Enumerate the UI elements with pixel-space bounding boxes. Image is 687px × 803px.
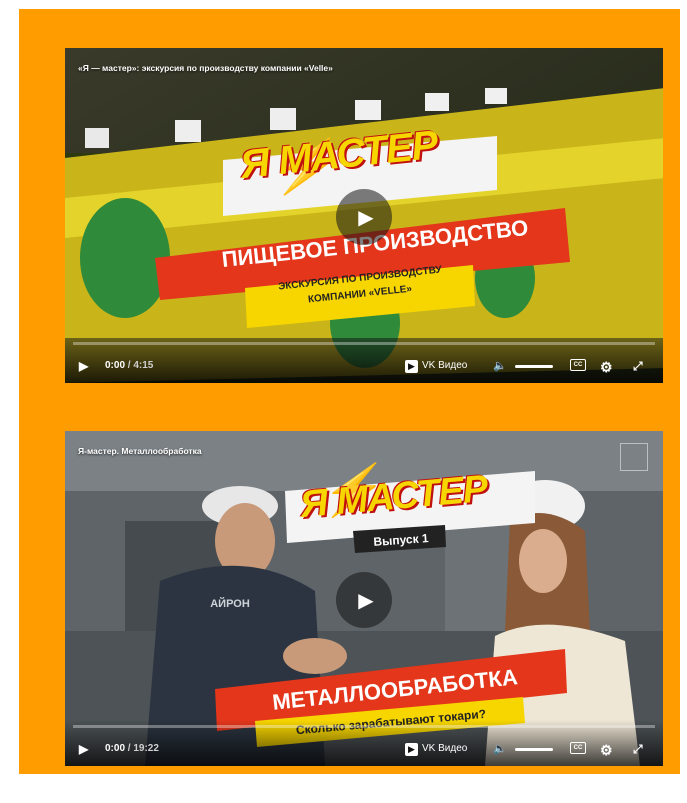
- play-button-large[interactable]: ▶: [336, 189, 392, 245]
- time-display: 0:00 / 19:22: [105, 742, 159, 756]
- duration: / 19:22: [127, 743, 159, 754]
- play-icon: ▶: [358, 589, 374, 612]
- fullscreen-icon[interactable]: ⤢: [633, 742, 643, 756]
- shirt-print: АЙРОН: [210, 598, 250, 610]
- platform-label: VK Видео: [422, 743, 468, 754]
- progress-bar[interactable]: [73, 342, 655, 345]
- volume-slider[interactable]: [515, 365, 553, 368]
- volume-slider[interactable]: [515, 748, 553, 751]
- settings-icon[interactable]: ⚙: [600, 743, 613, 757]
- fullscreen-icon[interactable]: ⤢: [633, 359, 643, 373]
- video-title[interactable]: «Я — мастер»: экскурсия по производству …: [78, 63, 333, 73]
- vk-video-link[interactable]: ▶ VK Видео: [405, 742, 467, 756]
- platform-label: VK Видео: [422, 360, 468, 371]
- vk-logo-icon: ▶: [405, 359, 418, 373]
- current-time: 0:00: [105, 360, 126, 371]
- play-button-large[interactable]: ▶: [336, 572, 392, 628]
- video-player-2[interactable]: ⚡ Я МАСТЕР Выпуск 1 АЙРОН МЕТАЛЛООБРАБОТ…: [65, 431, 663, 766]
- volume-icon[interactable]: 🔈: [493, 359, 507, 373]
- time-display: 0:00 / 4:15: [105, 359, 153, 373]
- video-title[interactable]: Я-мастер. Металлообработка: [78, 446, 202, 456]
- video-player-1[interactable]: ⚡ Я МАСТЕР ПИЩЕВОЕ ПРОИЗВОДСТВО ЭКСКУРСИ…: [65, 48, 663, 383]
- vk-video-link[interactable]: ▶ VK Видео: [405, 359, 467, 373]
- progress-bar[interactable]: [73, 725, 655, 728]
- subtitles-icon[interactable]: CC: [570, 742, 586, 754]
- channel-watermark-icon: [620, 443, 648, 471]
- control-bar: ▶ 0:00 / 4:15 ▶ VK Видео 🔈 CC ⚙ ⤢: [65, 337, 663, 383]
- play-icon: ▶: [358, 206, 374, 229]
- volume-icon[interactable]: 🔈: [493, 742, 507, 756]
- settings-icon[interactable]: ⚙: [600, 360, 613, 374]
- current-time: 0:00: [105, 743, 126, 754]
- subtitles-icon[interactable]: CC: [570, 359, 586, 371]
- vk-logo-icon: ▶: [405, 742, 418, 756]
- play-icon[interactable]: ▶: [79, 359, 88, 373]
- control-bar: ▶ 0:00 / 19:22 ▶ VK Видео 🔈 CC ⚙ ⤢: [65, 720, 663, 766]
- play-icon[interactable]: ▶: [79, 742, 88, 756]
- duration: / 4:15: [127, 360, 154, 371]
